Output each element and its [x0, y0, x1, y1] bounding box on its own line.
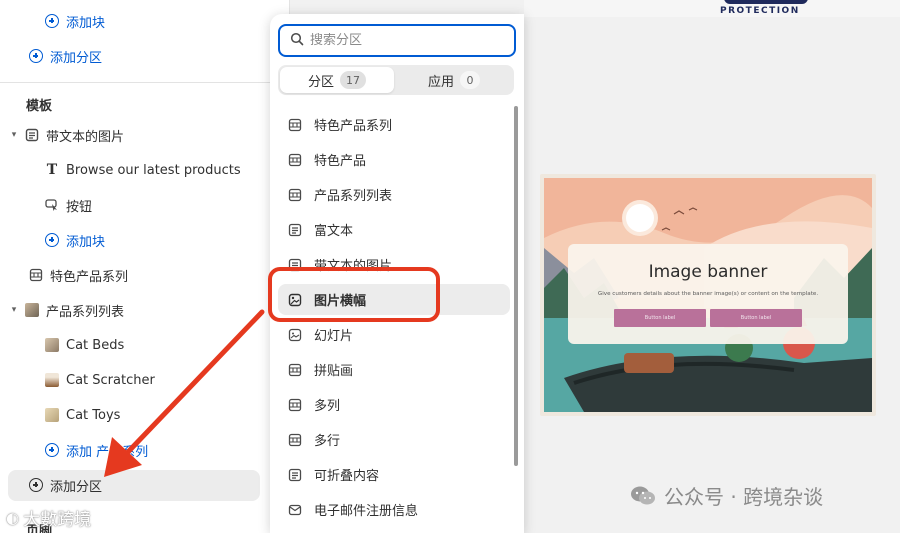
editor-screen: PROTECTION Image banner Give customers d [0, 0, 900, 533]
annotation-arrow [104, 309, 265, 477]
